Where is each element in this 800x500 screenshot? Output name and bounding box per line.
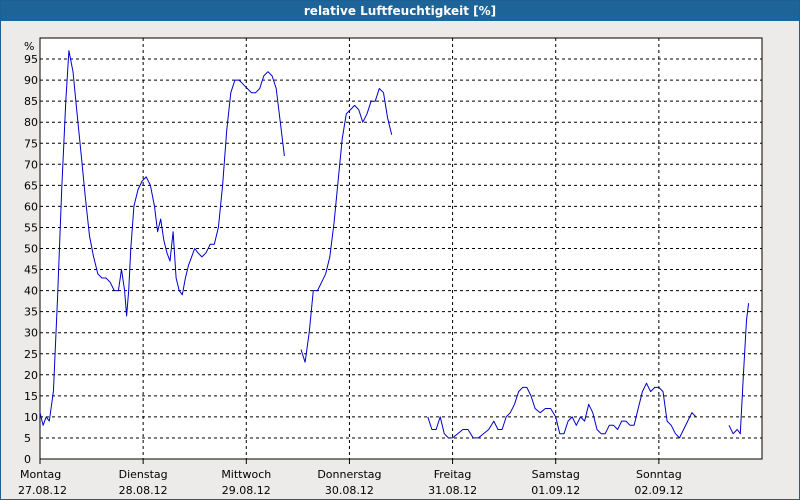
y-tick-label: 20 xyxy=(24,369,38,382)
x-tick-date: 29.08.12 xyxy=(222,484,271,497)
x-tick-date: 30.08.12 xyxy=(325,484,374,497)
y-tick-label: 35 xyxy=(24,306,38,319)
x-tick-date: 02.09.12 xyxy=(634,484,683,497)
y-tick-label: 95 xyxy=(24,53,38,66)
x-tick-date: 01.09.12 xyxy=(531,484,580,497)
y-tick-label: 25 xyxy=(24,348,38,361)
y-tick-label: 55 xyxy=(24,221,38,234)
x-tick-date: 27.08.12 xyxy=(18,484,67,497)
y-tick-label: 5 xyxy=(24,432,31,445)
y-tick-label: 40 xyxy=(24,285,38,298)
y-tick-label: 15 xyxy=(24,390,38,403)
x-tick-day: Dienstag xyxy=(119,468,168,481)
y-axis: 0 5 10 15 20 25 30 35 40 45 50 55 60 65 70 75 80 85 90 95% xyxy=(24,40,38,466)
humidity-chart: 05101520253035404550556065707580859095% … xyxy=(18,37,763,497)
x-tick-day: Samstag xyxy=(532,468,580,481)
y-axis-unit: % xyxy=(24,40,34,53)
y-tick-label: 75 xyxy=(24,137,38,150)
y-tick-label: 80 xyxy=(24,116,38,129)
y-tick-label: 45 xyxy=(24,264,38,277)
y-tick-label: 30 xyxy=(24,327,38,340)
y-tick-label: 85 xyxy=(24,95,38,108)
y-tick-label: 90 xyxy=(24,74,38,87)
x-tick-date: 31.08.12 xyxy=(428,484,477,497)
x-tick-day: Donnerstag xyxy=(317,468,381,481)
y-tick-label: 60 xyxy=(24,200,38,213)
y-tick-label: 10 xyxy=(24,411,38,424)
x-tick-day: Montag xyxy=(20,468,61,481)
y-tick-label: 70 xyxy=(24,158,38,171)
y-tick-label: 0 xyxy=(24,453,31,466)
grid-lines xyxy=(40,38,762,459)
y-tick-label: 50 xyxy=(24,243,38,256)
y-tick-label: 65 xyxy=(24,179,38,192)
x-tick-date: 28.08.12 xyxy=(119,484,168,497)
x-axis: Montag 27.08.12 Dienstag 28.08.12 Mittwoch 29… xyxy=(18,459,683,497)
x-tick-day: Mittwoch xyxy=(221,468,271,481)
x-tick-day: Freitag xyxy=(434,468,472,481)
x-tick-day: Sonntag xyxy=(636,468,682,481)
